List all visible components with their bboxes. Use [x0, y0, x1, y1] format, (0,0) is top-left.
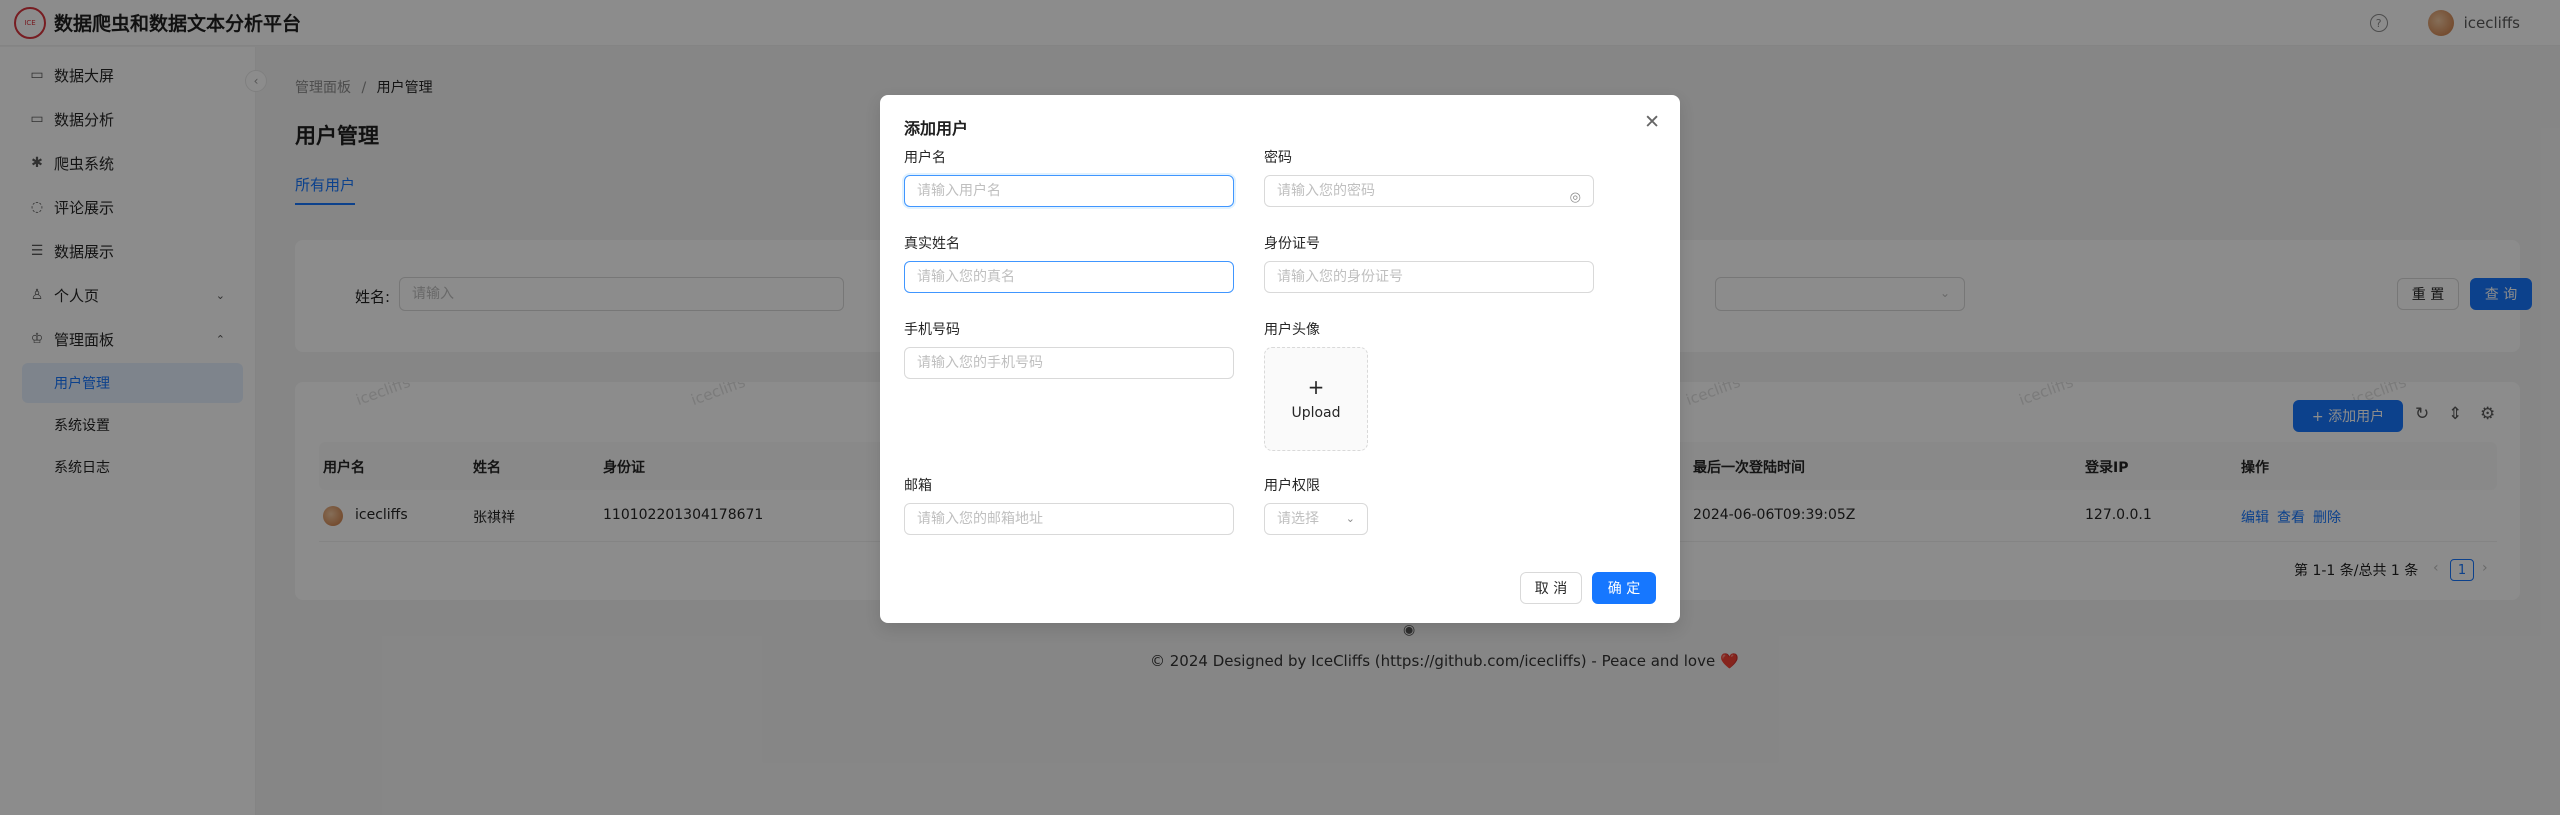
avatar-upload[interactable]: + Upload [1264, 347, 1368, 451]
modal-title: 添加用户 [904, 119, 969, 138]
upload-label: Upload [1291, 405, 1341, 421]
cancel-button[interactable]: 取 消 [1520, 572, 1582, 604]
phone-field[interactable]: 请输入您的手机号码 [904, 347, 1234, 379]
password-field[interactable]: 请输入您的密码 ◎ [1264, 175, 1594, 207]
ok-button[interactable]: 确 定 [1592, 572, 1656, 604]
permission-label: 用户权限 [1264, 478, 1320, 494]
password-placeholder: 请输入您的密码 [1277, 183, 1375, 199]
permission-placeholder: 请选择 [1277, 511, 1319, 527]
realname-label: 真实姓名 [904, 236, 960, 252]
close-icon[interactable]: ✕ [1644, 111, 1660, 133]
email-label: 邮箱 [904, 478, 932, 494]
username-field[interactable]: 请输入用户名 [904, 175, 1234, 207]
chevron-down-icon: ⌄ [1345, 512, 1355, 525]
idcard-label: 身份证号 [1264, 236, 1320, 252]
permission-select[interactable]: 请选择 ⌄ [1264, 503, 1368, 535]
username-label: 用户名 [904, 150, 946, 166]
realname-field[interactable]: 请输入您的真名 [904, 261, 1234, 293]
email-field[interactable]: 请输入您的邮箱地址 [904, 503, 1234, 535]
password-label: 密码 [1264, 150, 1292, 166]
eye-invisible-icon[interactable]: ◎ [1570, 183, 1581, 213]
add-user-modal: 添加用户 ✕ 用户名 请输入用户名 密码 请输入您的密码 ◎ 真实姓名 请输入您… [880, 95, 1680, 623]
phone-label: 手机号码 [904, 322, 960, 338]
plus-icon: + [1307, 375, 1325, 399]
avatar-label: 用户头像 [1264, 322, 1320, 338]
idcard-field[interactable]: 请输入您的身份证号 [1264, 261, 1594, 293]
